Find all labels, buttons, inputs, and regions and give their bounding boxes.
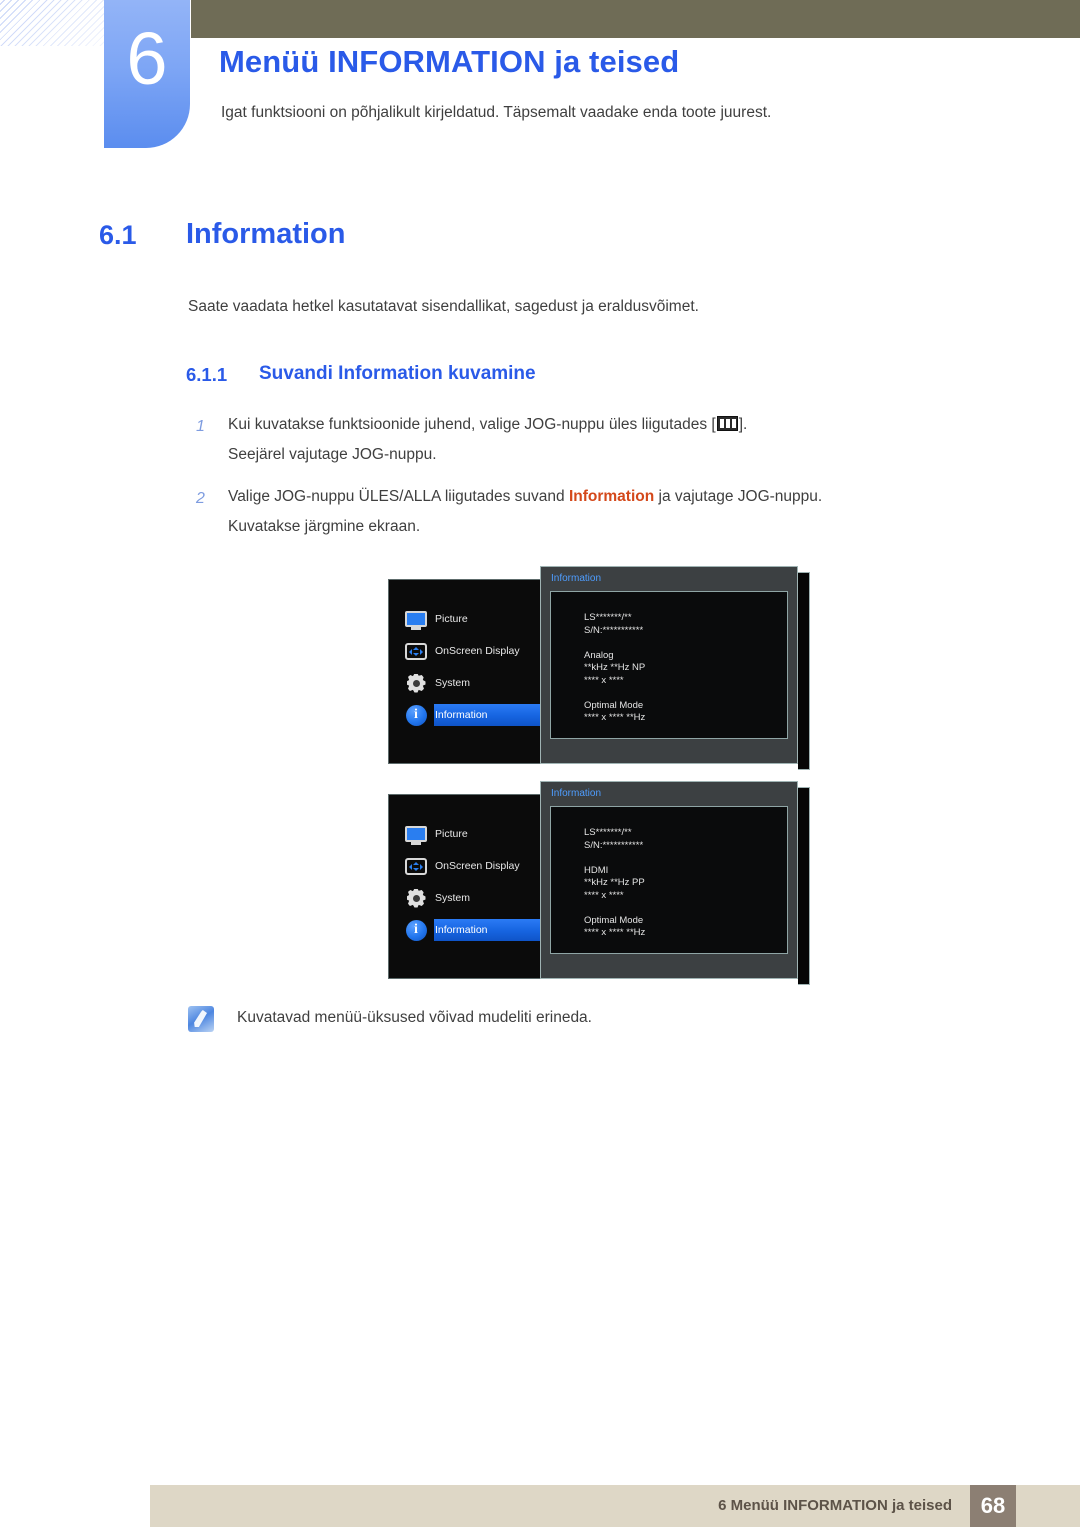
osd-arrows-icon [401,857,431,875]
osd-2-menu-panel: Picture OnScreen Display System i Inform… [388,794,579,979]
osd-1-item-picture[interactable]: Picture [389,606,544,632]
osd-2-item-information-label: Information [435,924,488,936]
step-1-line-2: Seejärel vajutage JOG-nuppu. [228,446,437,463]
osd-2-item-system[interactable]: System [389,885,544,911]
step-1-text-after: ]. [738,416,748,433]
step-2-line-1: Valige JOG-nuppu ÜLES/ALLA liigutades su… [228,488,822,506]
chapter-title: Menüü INFORMATION ja teised [219,44,680,79]
osd-1-item-information-label: Information [435,709,488,721]
note-text: Kuvatavad menüü-üksused võivad mudeliti … [237,1009,592,1026]
osd-1-info-screen: LS*******/** S/N:*********** Analog **kH… [550,591,788,739]
note-pen-icon [188,1006,214,1032]
osd-2-item-system-label: System [435,892,471,904]
step-2-text-before: Valige JOG-nuppu ÜLES/ALLA liigutades su… [228,488,569,505]
step-2-highlight: Information [568,488,655,505]
osd-1-item-picture-label: Picture [435,613,468,625]
monitor-icon [401,611,431,627]
osd-1-item-system-label: System [435,677,471,689]
menu-glyph-icon [716,416,738,431]
osd-arrows-icon [401,642,431,660]
osd-2-info-text: LS*******/** S/N:*********** HDMI **kHz … [584,827,646,938]
section-body-text: Saate vaadata hetkel kasutatavat sisenda… [188,298,699,315]
footer-chapter-text: 6 Menüü INFORMATION ja teised [718,1497,952,1514]
osd-1-menu-panel: Picture OnScreen Display System i Inform… [388,579,579,764]
section-title: Information [186,218,346,250]
gear-icon [401,674,431,693]
step-2-text-after: ja vajutage JOG-nuppu. [654,488,823,505]
header-olive-bar [191,0,1080,38]
info-circle-icon: i [401,919,431,941]
osd-2-item-onscreen-display[interactable]: OnScreen Display [389,853,544,879]
info-circle-icon: i [401,704,431,726]
osd-1-panel-title: Information [551,573,602,584]
osd-1-item-system[interactable]: System [389,670,544,696]
section-number: 6.1 [99,220,137,250]
osd-1-item-onscreen-display-label: OnScreen Display [435,645,520,657]
step-number-2: 2 [196,490,205,507]
footer-page-box: 68 [970,1485,1016,1527]
step-2-line-2: Kuvatakse järgmine ekraan. [228,518,421,535]
osd-screenshot-2: Picture OnScreen Display System i Inform… [388,781,813,985]
gear-icon [401,889,431,908]
osd-2-right-edge [798,787,810,985]
osd-screenshot-1: Picture OnScreen Display System i Inform… [388,566,813,770]
osd-1-info-text: LS*******/** S/N:*********** Analog **kH… [584,612,646,723]
footer-page-number: 68 [980,1493,1006,1518]
osd-2-item-picture[interactable]: Picture [389,821,544,847]
osd-1-right-edge [798,572,810,770]
osd-2-info-screen: LS*******/** S/N:*********** HDMI **kHz … [550,806,788,954]
osd-2-panel-title: Information [551,788,602,799]
chapter-intro-text: Igat funktsiooni on põhjalikult kirjelda… [221,104,772,121]
osd-1-info-panel: Information LS*******/** S/N:***********… [540,566,798,764]
osd-2-item-picture-label: Picture [435,828,468,840]
step-1-text-before: Kui kuvatakse funktsioonide juhend, vali… [228,416,716,433]
subsection-title: Suvandi Information kuvamine [259,363,536,384]
monitor-icon [401,826,431,842]
chapter-number-tab: 6 [104,0,190,148]
osd-2-item-information[interactable]: i Information [389,917,579,943]
subsection-number: 6.1.1 [186,364,228,385]
document-page: 6 Menüü INFORMATION ja teised Igat funkt… [0,0,1080,1527]
osd-1-item-information[interactable]: i Information [389,702,579,728]
step-number-1: 1 [196,418,205,435]
osd-1-item-onscreen-display[interactable]: OnScreen Display [389,638,544,664]
chapter-number: 6 [126,17,168,100]
step-1-line-1: Kui kuvatakse funktsioonide juhend, vali… [228,416,747,434]
osd-2-info-panel: Information LS*******/** S/N:***********… [540,781,798,979]
osd-2-item-onscreen-display-label: OnScreen Display [435,860,520,872]
